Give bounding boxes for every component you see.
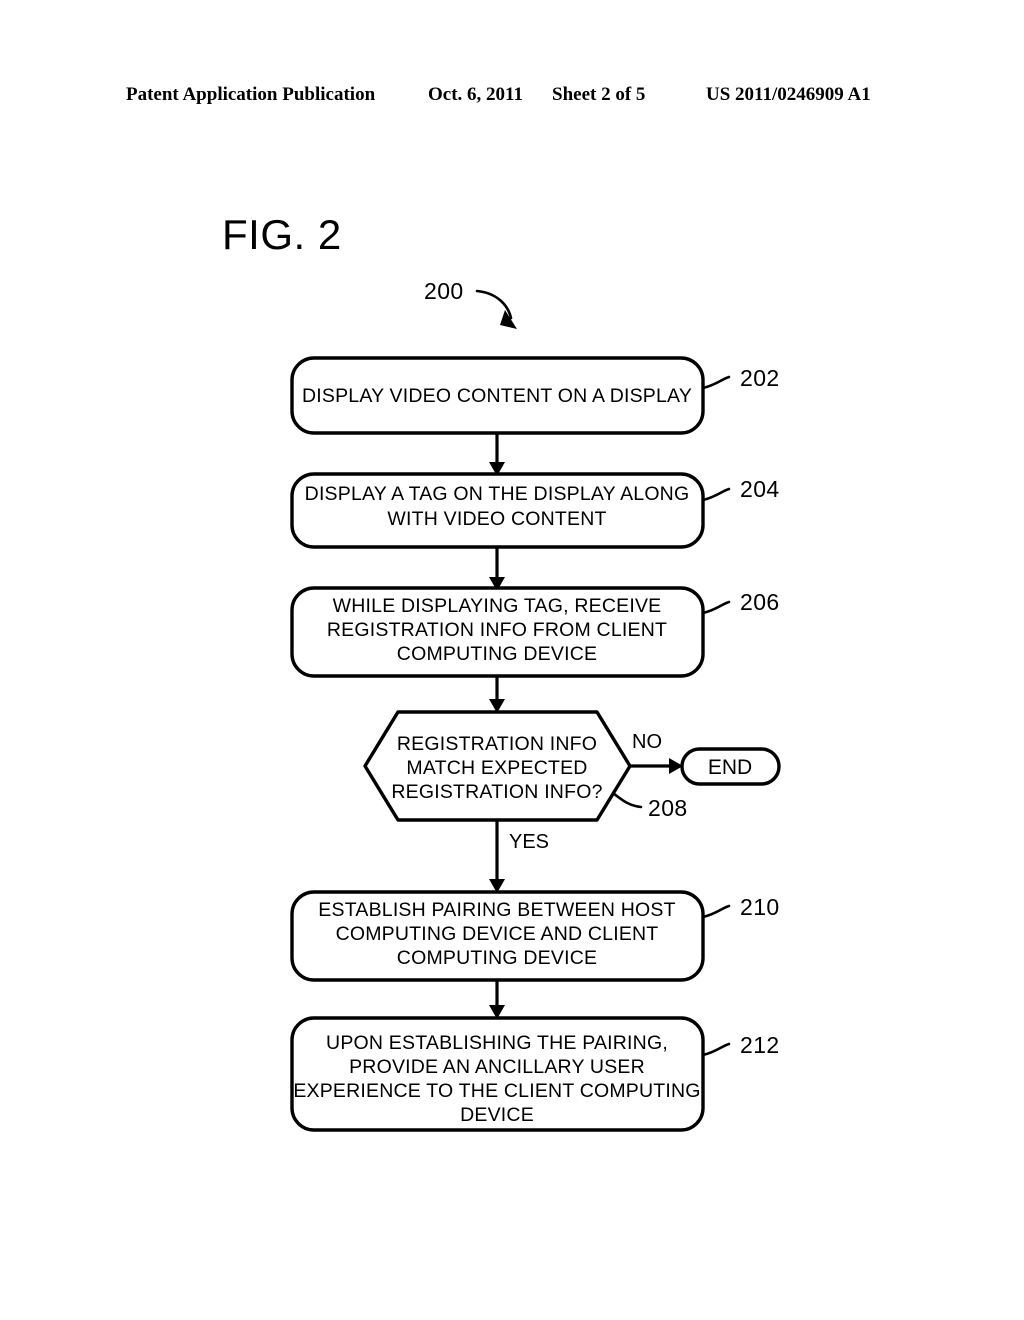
node-210-ref: 210 [740,894,780,920]
edge-label-no: NO [632,731,662,753]
node-206-line-1: WHILE DISPLAYING TAG, RECEIVE [333,595,662,617]
node-212-ref: 212 [740,1032,780,1058]
node-210-leader [701,904,731,919]
node-204-line-2: WITH VIDEO CONTENT [387,508,606,530]
flow-reference-200: 200 [424,278,464,304]
node-204-ref: 204 [740,476,780,502]
node-202-leader [701,375,731,390]
node-208-line-3: REGISTRATION INFO? [391,781,602,803]
terminator-end-label: END [708,756,752,779]
node-212-line-4: DEVICE [460,1104,534,1126]
node-208-ref: 208 [648,795,688,821]
node-206-line-3: COMPUTING DEVICE [397,643,597,665]
node-212-line-2: PROVIDE AN ANCILLARY USER [349,1056,645,1078]
node-206-ref: 206 [740,589,780,615]
edge-label-yes: YES [509,831,549,853]
node-210-line-3: COMPUTING DEVICE [397,947,597,969]
node-208-line-2: MATCH EXPECTED [406,757,587,779]
node-212-leader [701,1042,731,1057]
node-208-line-1: REGISTRATION INFO [397,733,597,755]
node-204-leader [701,487,731,502]
node-206-line-2: REGISTRATION INFO FROM CLIENT [327,619,667,641]
node-206-leader [701,600,731,615]
node-208-leader [611,791,643,809]
node-212-line-3: EXPERIENCE TO THE CLIENT COMPUTING [293,1080,700,1102]
node-202-line-1: DISPLAY VIDEO CONTENT ON A DISPLAY [302,385,692,407]
flowchart-diagram: 200 DISPLAY VIDEO CONTENT ON A DISPLAY 2… [290,278,781,1132]
patent-figure-page: Patent Application Publication Oct. 6, 2… [0,0,1024,1320]
node-202-ref: 202 [740,365,780,391]
node-212-line-1: UPON ESTABLISHING THE PAIRING, [326,1032,668,1054]
node-210-line-1: ESTABLISH PAIRING BETWEEN HOST [318,899,675,921]
node-210-line-2: COMPUTING DEVICE AND CLIENT [336,923,659,945]
node-204-line-1: DISPLAY A TAG ON THE DISPLAY ALONG [305,483,690,505]
